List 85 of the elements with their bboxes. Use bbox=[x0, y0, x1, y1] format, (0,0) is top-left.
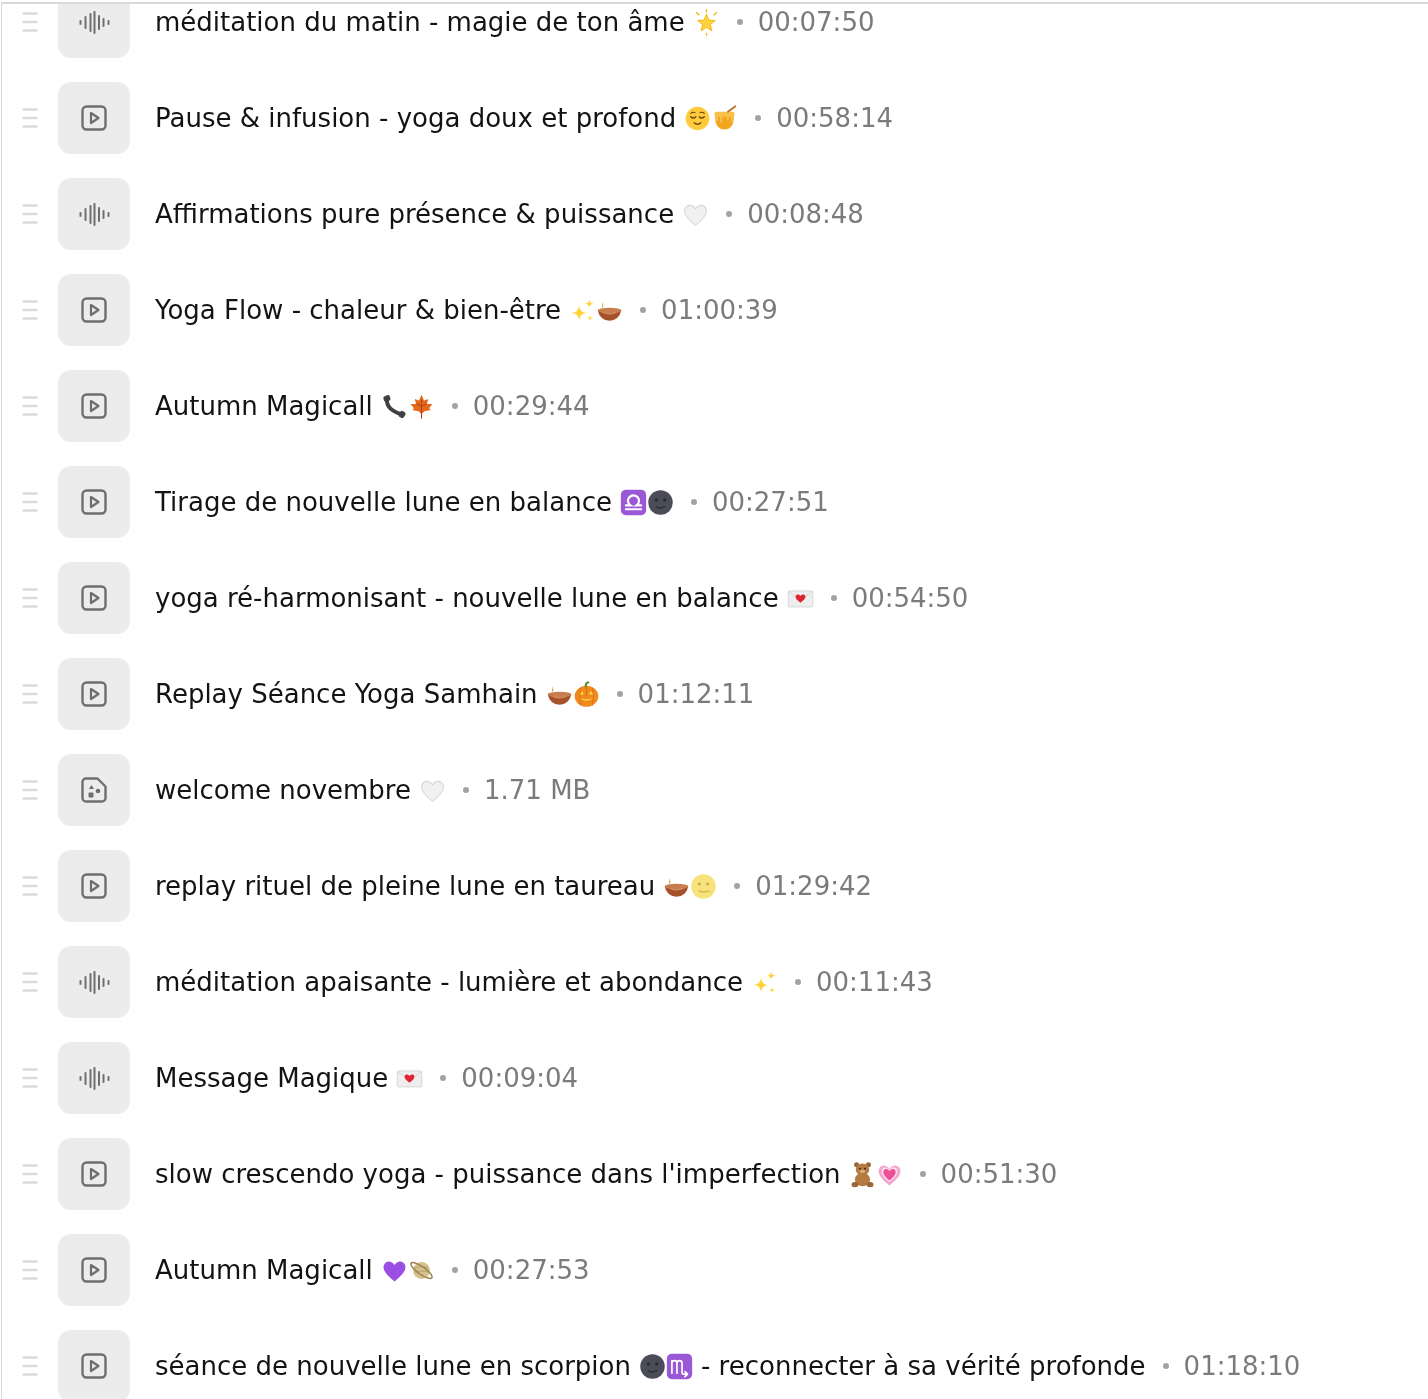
separator-dot-icon bbox=[440, 1075, 447, 1081]
title-text: Yoga Flow - chaleur & bien-être bbox=[155, 295, 562, 325]
play-icon bbox=[81, 585, 107, 611]
duration-text: 01:12:11 bbox=[637, 679, 755, 709]
play-icon bbox=[81, 681, 107, 707]
title-text: Affirmations pure présence & puissance bbox=[155, 199, 675, 229]
title-text: - reconnecter à sa vérité profonde bbox=[700, 1351, 1146, 1381]
duration-text: 00:58:14 bbox=[776, 103, 893, 133]
libra-sign-icon bbox=[619, 488, 647, 516]
drag-handle-icon[interactable] bbox=[22, 396, 38, 416]
drag-handle-icon[interactable] bbox=[22, 588, 38, 608]
separator-dot-icon bbox=[795, 979, 801, 985]
duration-text: 00:51:30 bbox=[940, 1159, 1058, 1189]
title-text: Autumn Magicall bbox=[155, 1255, 373, 1285]
duration-text: 01:18:10 bbox=[1183, 1351, 1301, 1381]
play-icon bbox=[81, 1353, 107, 1379]
drag-handle-icon[interactable] bbox=[22, 12, 38, 32]
separator-dot-icon bbox=[463, 787, 469, 793]
separator-dot-icon bbox=[736, 19, 743, 25]
drag-handle-icon[interactable] bbox=[22, 492, 38, 512]
title-text: séance de nouvelle lune en scorpion bbox=[155, 1351, 631, 1381]
title-text: replay rituel de pleine lune en taureau bbox=[155, 871, 656, 901]
waveform-icon bbox=[78, 10, 110, 34]
separator-dot-icon bbox=[919, 1171, 926, 1177]
separator-dot-icon bbox=[616, 691, 623, 697]
drag-handle-icon[interactable] bbox=[22, 1356, 38, 1376]
title-text: yoga ré-harmonisant - nouvelle lune en balance bbox=[155, 583, 779, 613]
waveform-icon bbox=[78, 1066, 110, 1090]
play-icon bbox=[81, 297, 107, 323]
drag-handle-icon[interactable] bbox=[22, 1260, 38, 1280]
duration-text: 00:07:50 bbox=[757, 7, 875, 37]
play-icon bbox=[81, 1257, 107, 1283]
pumpkin-icon bbox=[572, 680, 600, 708]
duration-text: 00:09:04 bbox=[461, 1063, 579, 1093]
drag-handle-icon[interactable] bbox=[22, 780, 38, 800]
title-text: Replay Séance Yoga Samhain bbox=[155, 679, 538, 709]
separator-dot-icon bbox=[1162, 1363, 1169, 1369]
title-text: welcome novembre bbox=[155, 775, 411, 805]
drag-handle-icon[interactable] bbox=[22, 972, 38, 992]
title-text: Pause & infusion - yoga doux et profond bbox=[155, 103, 677, 133]
moon-face-icon bbox=[690, 872, 718, 900]
play-icon bbox=[81, 489, 107, 515]
honey-jar-icon bbox=[711, 104, 739, 132]
moon-face-icon bbox=[638, 1352, 666, 1380]
drag-handle-icon[interactable] bbox=[22, 204, 38, 224]
duration-text: 00:54:50 bbox=[851, 583, 969, 613]
separator-dot-icon bbox=[726, 211, 733, 217]
separator-dot-icon bbox=[755, 115, 762, 121]
separator-dot-icon bbox=[690, 499, 697, 505]
drag-handle-icon[interactable] bbox=[22, 684, 38, 704]
duration-text: 00:08:48 bbox=[747, 199, 864, 229]
title-text: Tirage de nouvelle lune en balance bbox=[155, 487, 612, 517]
file-size-text: 1.71 MB bbox=[484, 775, 591, 805]
drag-handle-icon[interactable] bbox=[22, 300, 38, 320]
duration-text: 00:11:43 bbox=[816, 967, 933, 997]
drag-handle-icon[interactable] bbox=[22, 108, 38, 128]
phone-icon bbox=[380, 392, 408, 420]
separator-dot-icon bbox=[830, 595, 837, 601]
separator-dot-icon bbox=[734, 883, 741, 889]
waveform-icon bbox=[78, 202, 110, 226]
duration-text: 00:27:53 bbox=[472, 1255, 590, 1285]
title-text: méditation apaisante - lumière et abondance bbox=[155, 967, 743, 997]
image-file-icon bbox=[81, 777, 107, 803]
play-icon bbox=[81, 393, 107, 419]
scorpio-sign-icon bbox=[665, 1352, 693, 1380]
title-text: Autumn Magicall bbox=[155, 391, 373, 421]
title-text: méditation du matin - magie de ton âme bbox=[155, 7, 685, 37]
moon-face-icon bbox=[646, 488, 674, 516]
drag-handle-icon[interactable] bbox=[22, 876, 38, 896]
smiling-face-icon bbox=[684, 104, 712, 132]
drag-handle-icon[interactable] bbox=[22, 1164, 38, 1184]
play-icon bbox=[81, 105, 107, 131]
title-text: Message Magique bbox=[155, 1063, 389, 1093]
play-icon bbox=[81, 873, 107, 899]
duration-text: 01:29:42 bbox=[755, 871, 873, 901]
separator-dot-icon bbox=[451, 403, 458, 409]
separator-dot-icon bbox=[640, 307, 647, 313]
drag-handle-icon[interactable] bbox=[22, 1068, 38, 1088]
separator-dot-icon bbox=[451, 1267, 458, 1273]
title-text: slow crescendo yoga - puissance dans l'imperfection bbox=[155, 1159, 841, 1189]
duration-text: 00:27:51 bbox=[711, 487, 829, 517]
waveform-icon bbox=[78, 970, 110, 994]
duration-text: 01:00:39 bbox=[661, 295, 778, 325]
play-icon bbox=[81, 1161, 107, 1187]
duration-text: 00:29:44 bbox=[472, 391, 590, 421]
